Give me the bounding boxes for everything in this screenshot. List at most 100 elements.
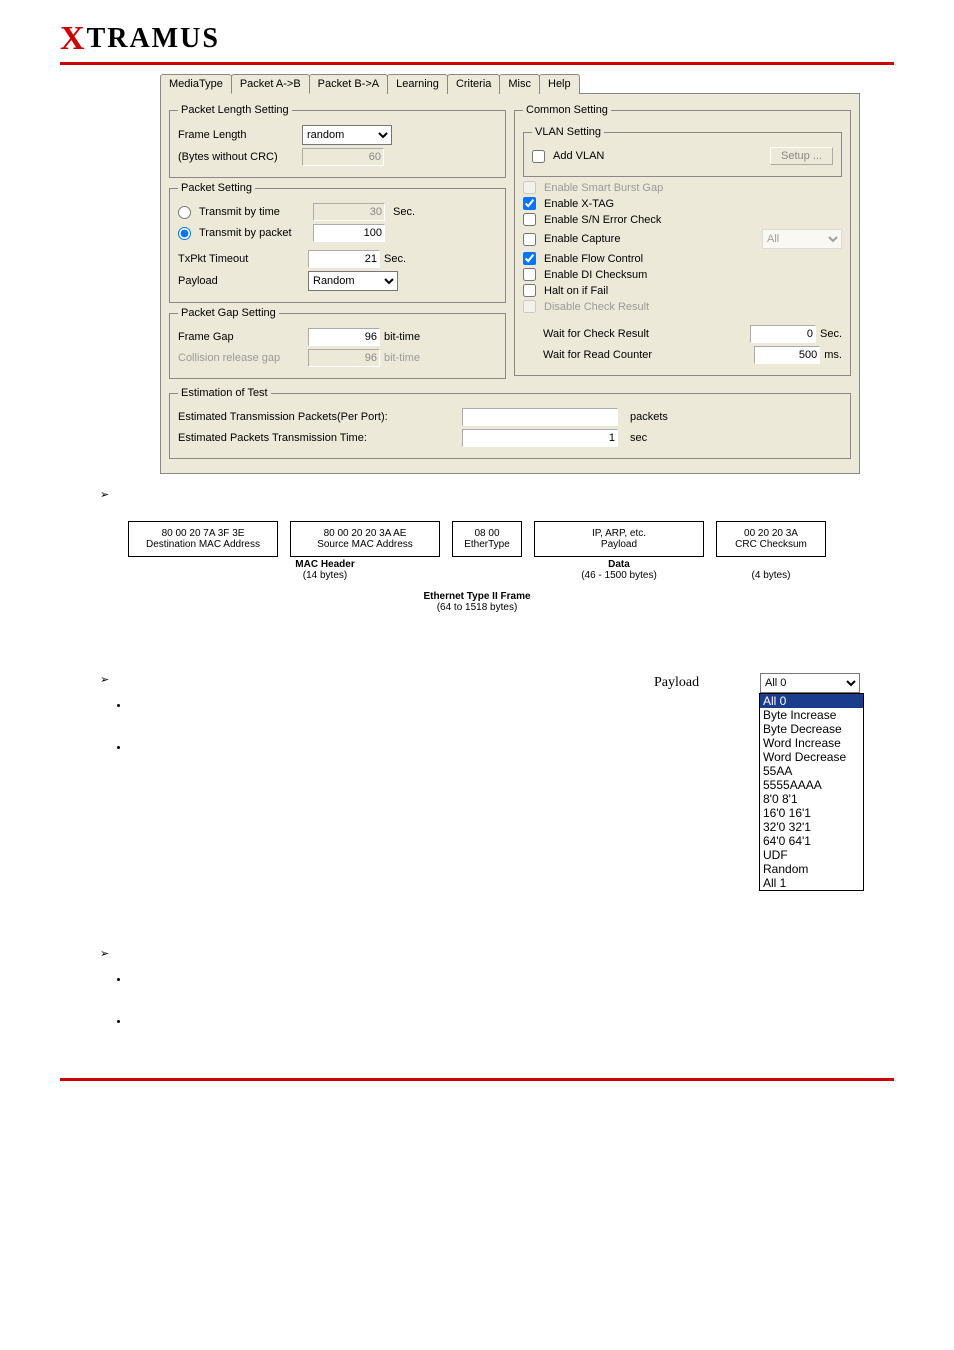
- crc-box: 00 20 20 3A CRC Checksum: [716, 521, 826, 557]
- wait-read-label: Wait for Read Counter: [523, 349, 693, 361]
- dmac-hex: 80 00 20 7A 3F 3E: [133, 528, 273, 539]
- ethtype-lab: EtherType: [457, 539, 517, 550]
- tab-mediatype[interactable]: MediaType: [160, 74, 232, 94]
- payload-opt-55aa[interactable]: 55AA: [760, 764, 863, 778]
- payload-opt-udf[interactable]: UDF: [760, 848, 863, 862]
- frame-title: Ethernet Type II Frame: [423, 591, 530, 602]
- data-top: IP, ARP, etc.: [539, 528, 699, 539]
- payload-dd-open-list[interactable]: All 0 Byte Increase Byte Decrease Word I…: [759, 693, 864, 891]
- enable-sn-error-label: Enable S/N Error Check: [544, 214, 661, 226]
- payload-dd-label: Payload: [654, 675, 754, 691]
- wait-check-unit: Sec.: [820, 328, 842, 340]
- collision-gap-label: Collision release gap: [178, 352, 304, 364]
- payload-opt-320321[interactable]: 32'0 32'1: [760, 820, 863, 834]
- enable-di-checksum-checkbox[interactable]: [523, 268, 536, 281]
- est-time-value: [462, 429, 618, 447]
- estimation-of-test: Estimation of Test Estimated Transmissio…: [169, 387, 851, 459]
- payload-opt-5555aaaa[interactable]: 5555AAAA: [760, 778, 863, 792]
- payload-select[interactable]: Random: [308, 271, 398, 291]
- footer-divider: [60, 1078, 894, 1081]
- payload-opt-all0[interactable]: All 0: [760, 694, 863, 708]
- smac-box: 80 00 20 20 3A AE Source MAC Address: [290, 521, 440, 557]
- enable-flow-control-checkbox[interactable]: [523, 252, 536, 265]
- brand-logo: XXTRAMUSTRAMUS: [60, 20, 894, 58]
- frame-length-label: Frame Length: [178, 129, 298, 141]
- halt-on-fail-label: Halt on if Fail: [544, 285, 608, 297]
- dmac-lab: Destination MAC Address: [133, 539, 273, 550]
- tab-help[interactable]: Help: [539, 74, 580, 94]
- cs-legend: Common Setting: [523, 104, 611, 116]
- capture-select: All: [762, 229, 842, 249]
- transmit-by-packet-value[interactable]: [313, 224, 385, 242]
- vlan-setting: VLAN Setting Add VLAN Setup ...: [523, 126, 842, 177]
- data-box: IP, ARP, etc. Payload: [534, 521, 704, 557]
- settings-panel: Packet Length Setting Frame Length rando…: [160, 93, 860, 474]
- payload-opt-all1[interactable]: All 1: [760, 876, 863, 890]
- halt-on-fail-checkbox[interactable]: [523, 284, 536, 297]
- sub-bullet-4: [130, 1016, 894, 1028]
- crc-hex: 00 20 20 3A: [721, 528, 821, 539]
- ps-legend: Packet Setting: [178, 182, 255, 194]
- est-time-unit: sec: [630, 432, 647, 444]
- payload-label: Payload: [178, 275, 304, 287]
- bullet-arrow-3: [100, 947, 894, 1028]
- txpkt-timeout-unit: Sec.: [384, 253, 406, 265]
- enable-sn-error-checkbox[interactable]: [523, 213, 536, 226]
- est-time-label: Estimated Packets Transmission Time:: [178, 432, 458, 444]
- payload-opt-8081[interactable]: 8'0 8'1: [760, 792, 863, 806]
- sub-bullet-3: [130, 974, 894, 986]
- payload-opt-word-increase[interactable]: Word Increase: [760, 736, 863, 750]
- smart-burst-gap-checkbox: [523, 181, 536, 194]
- frame-title-sub: (64 to 1518 bytes): [437, 602, 518, 613]
- header-divider: [60, 62, 894, 65]
- enable-xtag-checkbox[interactable]: [523, 197, 536, 210]
- crc-sub: (4 bytes): [752, 570, 791, 581]
- smart-burst-gap-label: Enable Smart Burst Gap: [544, 182, 663, 194]
- ethtype-hex: 08 00: [457, 528, 517, 539]
- payload-opt-byte-increase[interactable]: Byte Increase: [760, 708, 863, 722]
- packet-gap-setting: Packet Gap Setting Frame Gap bit-time Co…: [169, 307, 506, 379]
- ethtype-box: 08 00 EtherType: [452, 521, 522, 557]
- add-vlan-checkbox[interactable]: [532, 150, 545, 163]
- txpkt-timeout-value[interactable]: [308, 250, 380, 268]
- transmit-by-time-radio[interactable]: [178, 206, 191, 219]
- tab-packet-ab[interactable]: Packet A->B: [231, 74, 310, 94]
- transmit-by-packet-label: Transmit by packet: [199, 227, 309, 239]
- transmit-by-time-label: Transmit by time: [199, 206, 309, 218]
- payload-opt-word-decrease[interactable]: Word Decrease: [760, 750, 863, 764]
- frame-gap-label: Frame Gap: [178, 331, 304, 343]
- tab-bar: MediaType Packet A->B Packet B->A Learni…: [160, 74, 860, 94]
- frame-gap-value[interactable]: [308, 328, 380, 346]
- bullet-arrow-1: [100, 488, 894, 501]
- crc-lab: CRC Checksum: [721, 539, 821, 550]
- bytes-note: (Bytes without CRC): [178, 151, 298, 163]
- wait-read-unit: ms.: [824, 349, 842, 361]
- payload-opt-random[interactable]: Random: [760, 862, 863, 876]
- est-packets-unit: packets: [630, 411, 668, 423]
- collision-gap-unit: bit-time: [384, 352, 420, 364]
- smac-lab: Source MAC Address: [295, 539, 435, 550]
- est-packets-value: [462, 408, 618, 426]
- frame-length-select[interactable]: random: [302, 125, 392, 145]
- pgs-legend: Packet Gap Setting: [178, 307, 279, 319]
- packet-length-setting: Packet Length Setting Frame Length rando…: [169, 104, 506, 178]
- tab-misc[interactable]: Misc: [499, 74, 540, 94]
- data-title: Data: [608, 559, 630, 570]
- tab-criteria[interactable]: Criteria: [447, 74, 500, 94]
- payload-opt-160161[interactable]: 16'0 16'1: [760, 806, 863, 820]
- wait-check-value[interactable]: [750, 325, 816, 343]
- vlan-legend: VLAN Setting: [532, 126, 604, 138]
- wait-read-value[interactable]: [754, 346, 820, 364]
- payload-dd-combo[interactable]: All 0: [760, 673, 860, 693]
- data-sub: (46 - 1500 bytes): [581, 570, 657, 581]
- tab-learning[interactable]: Learning: [387, 74, 448, 94]
- enable-capture-checkbox[interactable]: [523, 233, 536, 246]
- tab-packet-ba[interactable]: Packet B->A: [309, 74, 388, 94]
- enable-capture-label: Enable Capture: [544, 233, 620, 245]
- payload-opt-640641[interactable]: 64'0 64'1: [760, 834, 863, 848]
- collision-gap-value: [308, 349, 380, 367]
- transmit-by-packet-radio[interactable]: [178, 227, 191, 240]
- payload-opt-byte-decrease[interactable]: Byte Decrease: [760, 722, 863, 736]
- frame-gap-unit: bit-time: [384, 331, 420, 343]
- transmit-by-time-unit: Sec.: [393, 206, 415, 218]
